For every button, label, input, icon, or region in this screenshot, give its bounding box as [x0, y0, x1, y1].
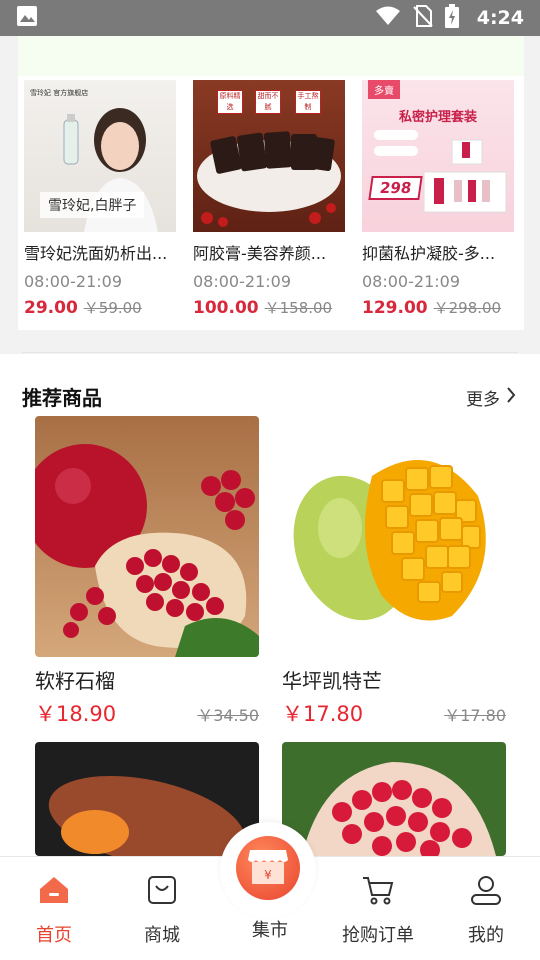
status-bar: 4:24 [0, 0, 540, 36]
flash-item-time: 08:00-21:09 [362, 272, 460, 291]
user-icon [470, 875, 502, 909]
nav-item-profile[interactable]: 我的 [432, 875, 540, 947]
flash-sale-list: 雪玲妃 官方旗舰店 雪玲妃,白胖子 雪玲妃洗面奶析出... 08:00-21:0… [18, 76, 524, 330]
flash-sale-item[interactable]: 雪玲妃 官方旗舰店 雪玲妃,白胖子 雪玲妃洗面奶析出... 08:00-21:0… [24, 80, 176, 318]
wifi-icon [375, 6, 401, 30]
flash-item-price: 29.00 [24, 298, 78, 318]
market-icon: ¥ [246, 846, 290, 890]
product-name: 华坪凯特芒 [282, 669, 382, 693]
nav-label: 商城 [144, 925, 180, 946]
nav-label: 我的 [468, 925, 504, 946]
product-card[interactable] [282, 742, 506, 856]
product-card[interactable]: 华坪凯特芒 ￥17.80 ￥17.80 [282, 416, 506, 728]
product-image [282, 416, 506, 657]
section-title: 推荐商品 [22, 386, 102, 410]
battery-charging-icon [444, 4, 459, 32]
product-name: 软籽石榴 [35, 669, 115, 693]
product-image [35, 742, 259, 856]
product-card[interactable]: 软籽石榴 ￥18.90 ￥34.50 [35, 416, 259, 728]
svg-text:¥: ¥ [264, 868, 272, 882]
flash-item-name: 抑菌私护凝胶-多... [362, 244, 496, 263]
product-price: ￥17.80 [282, 702, 364, 726]
flash-item-old-price: ￥298.00 [433, 299, 502, 317]
flash-item-name: 阿胶膏-美容养颜... [193, 244, 327, 263]
flash-item-old-price: ￥158.00 [264, 299, 333, 317]
nav-item-home[interactable]: 首页 [0, 875, 108, 947]
flash-sale-header [18, 36, 524, 76]
product-old-price: ￥34.50 [197, 706, 259, 725]
shopping-bag-icon [147, 875, 177, 909]
status-time: 4:24 [476, 7, 524, 29]
nav-label: 抢购订单 [342, 925, 414, 946]
product-price: ￥18.90 [35, 702, 117, 726]
flash-item-old-price: ￥59.00 [83, 299, 142, 317]
image-caption: 雪玲妃,白胖子 [40, 192, 145, 218]
flash-item-time: 08:00-21:09 [193, 272, 291, 291]
no-sim-icon [413, 5, 433, 31]
product-image [35, 416, 259, 657]
flash-item-price: 129.00 [362, 298, 428, 318]
nav-label: 集市 [252, 920, 288, 941]
flash-item-price: 100.00 [193, 298, 259, 318]
flash-item-name: 雪玲妃洗面奶析出... [24, 244, 168, 263]
nav-item-orders[interactable]: 抢购订单 [324, 875, 432, 947]
product-old-price: ￥17.80 [444, 706, 506, 725]
flash-item-time: 08:00-21:09 [24, 272, 122, 291]
price-tag: 298 [368, 176, 423, 200]
gallery-icon [16, 5, 38, 31]
nav-item-mall[interactable]: 商城 [108, 875, 216, 947]
flash-sale-item[interactable]: 原料精选 甜而不腻 手工熬制 阿胶膏-美容养颜... 08:00-21:09 1… [193, 80, 345, 318]
product-image [282, 742, 506, 856]
nav-label: 首页 [36, 925, 72, 946]
more-label: 更多 [466, 390, 500, 410]
product-card[interactable] [35, 742, 259, 856]
product-image: 雪玲妃 官方旗舰店 雪玲妃,白胖子 [24, 80, 176, 232]
home-icon [38, 875, 70, 909]
nav-item-market[interactable]: ¥ [236, 836, 300, 900]
product-image: 原料精选 甜而不腻 手工熬制 [193, 80, 345, 232]
more-link[interactable]: 更多 [466, 385, 516, 410]
flash-sale-item[interactable]: 多賣 私密护理套装 298 抑菌私护凝胶-多... 08:00-21:09 12… [362, 80, 514, 318]
divider [22, 352, 518, 353]
chevron-right-icon [506, 387, 516, 408]
product-image: 多賣 私密护理套装 298 [362, 80, 514, 232]
cart-icon [362, 875, 394, 909]
